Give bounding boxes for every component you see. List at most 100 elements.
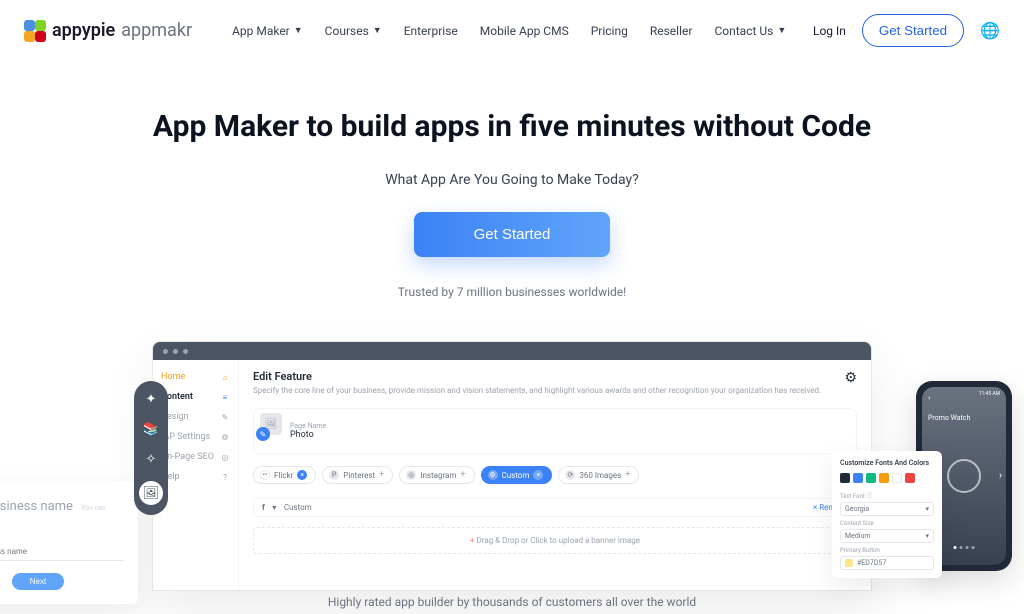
business-name-card: Enter business name You can change it la…: [0, 481, 138, 604]
globe-icon[interactable]: 🌐: [980, 21, 1000, 40]
sparkle-icon[interactable]: ✧: [143, 451, 159, 467]
business-name-input[interactable]: [0, 543, 124, 561]
plus-icon[interactable]: +: [625, 470, 630, 480]
plus-icon: +: [470, 536, 475, 545]
page-name-label: Page Name: [290, 422, 326, 430]
gear-icon: ⚙: [488, 470, 498, 480]
panel-description: Specify the core line of your business, …: [253, 385, 857, 396]
window-dot-icon: [183, 349, 188, 354]
plus-icon[interactable]: +: [460, 470, 465, 480]
sidebar-item-design[interactable]: Design✎: [161, 412, 230, 422]
custom-row-label: Custom: [284, 503, 312, 512]
upload-row[interactable]: + Drag & Drop or Click to upload a banne…: [253, 527, 857, 554]
header-right: Log In Get Started 🌐: [813, 14, 1000, 47]
browser-frame: Home⌂ Content≡ Design✎ IAP Settings⚙ On-…: [152, 341, 872, 591]
sidebar-item-seo[interactable]: On-Page SEO◎: [161, 452, 230, 462]
primary-button-label: Primary Button: [840, 547, 934, 554]
close-icon[interactable]: ×: [297, 470, 307, 480]
info-icon[interactable]: ⓘ: [866, 493, 872, 500]
chip-instagram[interactable]: ◎Instagram+: [399, 466, 474, 484]
instagram-icon: ◎: [406, 470, 416, 480]
chip-360[interactable]: ⟳360 Images+: [558, 466, 639, 484]
toolbar: ✦ 📚 ✧ 🖼: [134, 381, 168, 515]
close-icon[interactable]: ×: [533, 470, 543, 480]
nav-pricing[interactable]: Pricing: [591, 24, 628, 38]
chevron-right-icon[interactable]: ›: [999, 471, 1002, 482]
nav-reseller[interactable]: Reseller: [650, 24, 693, 38]
swatch[interactable]: [892, 473, 902, 483]
hero: App Maker to build apps in five minutes …: [0, 61, 1024, 305]
nav-app-maker[interactable]: App Maker▼: [232, 24, 303, 38]
phone-title: Promo Watch: [928, 414, 1000, 422]
gear-icon[interactable]: ⚙: [844, 370, 857, 386]
logo-icon: [24, 20, 46, 42]
image-icon[interactable]: 🖼: [139, 481, 163, 505]
facebook-icon: f: [262, 503, 265, 512]
primary-color-input[interactable]: #ED7D57: [840, 556, 934, 570]
header: appypie appmakr App Maker▼ Courses▼ Ente…: [0, 0, 1024, 61]
360-icon: ⟳: [565, 470, 575, 480]
sidebar-item-home[interactable]: Home⌂: [161, 372, 230, 382]
chip-pinterest[interactable]: PPinterest+: [322, 466, 393, 484]
swatch[interactable]: [866, 473, 876, 483]
swatch[interactable]: [905, 473, 915, 483]
sidebar-item-app-settings[interactable]: IAP Settings⚙: [161, 432, 230, 442]
business-name-title: Enter business name: [0, 499, 73, 514]
list-icon: ≡: [220, 392, 230, 402]
caret-down-icon: ▼: [294, 25, 303, 36]
caret-down-icon: ▼: [777, 25, 786, 36]
trusted-text: Trusted by 7 million businesses worldwid…: [20, 285, 1004, 299]
nav-enterprise[interactable]: Enterprise: [404, 24, 458, 38]
get-started-header-button[interactable]: Get Started: [862, 14, 964, 47]
nav-courses[interactable]: Courses▼: [325, 24, 382, 38]
login-link[interactable]: Log In: [813, 24, 846, 38]
color-swatch-icon: [845, 559, 853, 567]
window-dot-icon: [173, 349, 178, 354]
page-name-row: 🖼 ✎ Page Name Photo: [253, 408, 857, 454]
chevron-down-icon[interactable]: ▼: [271, 504, 278, 512]
chip-custom[interactable]: ⚙Custom×: [481, 466, 553, 484]
chevron-down-icon: ▾: [925, 505, 929, 513]
customize-title: Customize Fonts And Colors: [840, 459, 934, 467]
logo-text-2: appmakr: [121, 20, 192, 41]
pinterest-icon: P: [329, 470, 339, 480]
nav: App Maker▼ Courses▼ Enterprise Mobile Ap…: [232, 24, 786, 38]
chip-flickr[interactable]: ••Flickr×: [253, 466, 316, 484]
hero-title: App Maker to build apps in five minutes …: [20, 109, 1004, 144]
logo-text-1: appypie: [52, 20, 115, 41]
tagline: Highly rated app builder by thousands of…: [328, 595, 696, 609]
flickr-icon: ••: [260, 470, 270, 480]
mockup-area: Enter business name You can change it la…: [152, 341, 872, 591]
color-swatches: [840, 473, 934, 483]
page-name-value: Photo: [290, 430, 326, 440]
swatch[interactable]: [853, 473, 863, 483]
sidebar-item-content[interactable]: Content≡: [161, 392, 230, 402]
next-button[interactable]: Next: [12, 573, 64, 590]
nav-contact[interactable]: Contact Us▼: [714, 24, 786, 38]
upload-text: Drag & Drop or Click to upload a banner …: [477, 536, 640, 545]
caret-down-icon: ▼: [373, 25, 382, 36]
hero-subtitle: What App Are You Going to Make Today?: [20, 172, 1004, 188]
logo[interactable]: appypie appmakr: [24, 20, 192, 42]
swatch[interactable]: [879, 473, 889, 483]
source-chips: ••Flickr× PPinterest+ ◎Instagram+ ⚙Custo…: [253, 466, 857, 484]
app-body: Home⌂ Content≡ Design✎ IAP Settings⚙ On-…: [153, 360, 871, 590]
browser-bar: [153, 342, 871, 360]
watch-icon: [947, 459, 981, 493]
chevron-down-icon: ▾: [925, 532, 929, 540]
text-font-select[interactable]: Georgia▾: [840, 502, 934, 516]
panel-title: Edit Feature: [253, 370, 857, 383]
plus-icon[interactable]: +: [379, 470, 384, 480]
get-started-hero-button[interactable]: Get Started: [414, 212, 611, 257]
home-icon: ⌂: [220, 372, 230, 382]
content-size-select[interactable]: Medium▾: [840, 529, 934, 543]
brush-icon[interactable]: ✦: [143, 391, 159, 407]
layers-icon[interactable]: 📚: [143, 421, 159, 437]
carousel-dots: [954, 546, 975, 549]
swatch[interactable]: [840, 473, 850, 483]
cart-icon: ⚙: [220, 432, 230, 442]
edit-icon[interactable]: ✎: [256, 427, 270, 441]
window-dot-icon: [163, 349, 168, 354]
nav-mobile-cms[interactable]: Mobile App CMS: [480, 24, 569, 38]
sidebar-item-help[interactable]: Help?: [161, 472, 230, 482]
